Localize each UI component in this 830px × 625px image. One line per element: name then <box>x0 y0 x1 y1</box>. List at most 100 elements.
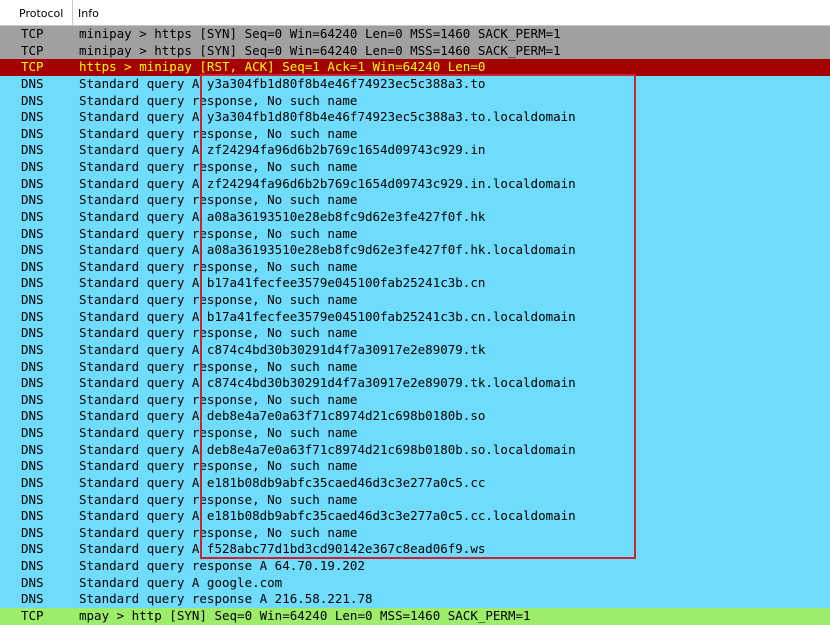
info-cell: Standard query A b17a41fecfee3579e045100… <box>79 308 576 324</box>
info-cell: Standard query response, No such name <box>79 358 358 374</box>
packet-row[interactable]: DNS Standard query response A 216.58.221.… <box>0 591 830 608</box>
packet-row[interactable]: DNS Standard query response, No such name <box>0 391 830 409</box>
protocol-cell: DNS <box>21 308 44 324</box>
packet-list: TCP minipay > https [SYN] Seq=0 Win=64240… <box>0 26 830 625</box>
protocol-cell: DNS <box>21 275 44 291</box>
packet-row[interactable]: DNS Standard query response, No such name <box>0 425 830 442</box>
info-cell: Standard query A deb8e4a7e0a63f71c8974d2… <box>79 408 486 424</box>
protocol-cell: DNS <box>21 408 44 424</box>
info-cell: mpay > http [SYN] Seq=0 Win=64240 Len=0 … <box>79 607 531 623</box>
info-cell: Standard query response, No such name <box>79 425 358 440</box>
protocol-cell: DNS <box>21 208 44 224</box>
info-cell: Standard query A y3a304fb1d80f8b4e46f749… <box>79 75 486 91</box>
info-cell: Standard query response, No such name <box>79 524 358 540</box>
info-cell: Standard query A y3a304fb1d80f8b4e46f749… <box>79 109 576 125</box>
info-cell: Standard query A c874c4bd30b30291d4f7a30… <box>79 375 576 391</box>
packet-row[interactable]: DNS Standard query response, No such name <box>0 125 830 143</box>
column-header: Protocol Info <box>0 0 830 26</box>
protocol-cell: DNS <box>21 258 44 274</box>
packet-row[interactable]: DNS Standard query response, No such name <box>0 92 830 110</box>
packet-row[interactable]: DNS Standard query response, No such name <box>0 458 830 475</box>
column-header-protocol[interactable]: Protocol <box>0 0 73 25</box>
packet-row[interactable]: DNS Standard query response A 64.70.19.20… <box>0 558 830 575</box>
protocol-cell: DNS <box>21 225 44 241</box>
protocol-cell: DNS <box>21 541 44 557</box>
packet-row[interactable]: DNS Standard query response, No such name <box>0 225 830 243</box>
protocol-cell: DNS <box>21 474 44 490</box>
info-cell: Standard query A zf24294fa96d6b2b769c165… <box>79 175 576 191</box>
protocol-cell: DNS <box>21 192 44 208</box>
info-cell: Standard query A e181b08db9abfc35caed46d… <box>79 474 486 490</box>
protocol-cell: TCP <box>21 26 44 41</box>
packet-row[interactable]: TCP minipay > https [SYN] Seq=0 Win=64240… <box>0 26 830 43</box>
info-cell: Standard query A a08a36193510e28eb8fc9d6… <box>79 208 486 224</box>
packet-row[interactable]: DNS Standard query A a08a36193510e28eb8fc… <box>0 208 830 226</box>
protocol-cell: DNS <box>21 558 44 573</box>
protocol-cell: DNS <box>21 175 44 191</box>
packet-row[interactable]: DNS Standard query A y3a304fb1d80f8b4e46f… <box>0 75 830 93</box>
info-cell: Standard query A a08a36193510e28eb8fc9d6… <box>79 242 576 258</box>
packet-row[interactable]: DNS Standard query A f528abc77d1bd3cd9014… <box>0 541 830 558</box>
protocol-cell: DNS <box>21 92 44 108</box>
packet-row[interactable]: DNS Standard query A e181b08db9abfc35caed… <box>0 474 830 492</box>
protocol-cell: DNS <box>21 524 44 540</box>
packet-row[interactable]: DNS Standard query A e181b08db9abfc35caed… <box>0 508 830 525</box>
protocol-cell: DNS <box>21 391 44 407</box>
protocol-cell: DNS <box>21 159 44 174</box>
info-cell: Standard query response, No such name <box>79 125 358 141</box>
protocol-cell: DNS <box>21 491 44 507</box>
protocol-cell: DNS <box>21 341 44 357</box>
protocol-cell: DNS <box>21 591 44 607</box>
packet-row[interactable]: DNS Standard query response, No such name <box>0 524 830 542</box>
packet-row[interactable]: DNS Standard query A b17a41fecfee3579e045… <box>0 275 830 292</box>
protocol-cell: DNS <box>21 458 44 474</box>
info-cell: Standard query response, No such name <box>79 225 358 241</box>
info-cell: Standard query response, No such name <box>79 325 358 341</box>
column-header-info[interactable]: Info <box>73 0 830 25</box>
info-cell: Standard query A google.com <box>79 574 283 590</box>
packet-row[interactable]: TCP minipay > https [SYN] Seq=0 Win=64240… <box>0 42 830 60</box>
info-cell: Standard query response, No such name <box>79 391 358 407</box>
packet-row[interactable]: DNS Standard query response, No such name <box>0 292 830 309</box>
info-cell: Standard query response, No such name <box>79 92 358 108</box>
packet-row[interactable]: DNS Standard query A y3a304fb1d80f8b4e46f… <box>0 109 830 126</box>
packet-row[interactable]: TCP mpay > http [SYN] Seq=0 Win=64240 Len… <box>0 607 830 625</box>
info-cell: minipay > https [SYN] Seq=0 Win=64240 Le… <box>79 42 561 58</box>
info-cell: Standard query response, No such name <box>79 192 358 208</box>
info-cell: https > minipay [RST, ACK] Seq=1 Ack=1 W… <box>79 59 486 75</box>
info-cell: minipay > https [SYN] Seq=0 Win=64240 Le… <box>79 26 561 41</box>
protocol-cell: DNS <box>21 142 44 158</box>
protocol-cell: DNS <box>21 325 44 341</box>
packet-row[interactable]: DNS Standard query A c874c4bd30b30291d4f7… <box>0 341 830 359</box>
packet-row[interactable]: DNS Standard query response, No such name <box>0 159 830 176</box>
info-cell: Standard query response, No such name <box>79 159 358 174</box>
packet-row[interactable]: DNS Standard query A c874c4bd30b30291d4f7… <box>0 375 830 392</box>
packet-row[interactable]: DNS Standard query response, No such name <box>0 358 830 376</box>
packet-row[interactable]: DNS Standard query response, No such name <box>0 192 830 209</box>
protocol-cell: DNS <box>21 375 44 391</box>
protocol-cell: DNS <box>21 441 44 457</box>
packet-row[interactable]: DNS Standard query A deb8e4a7e0a63f71c897… <box>0 441 830 459</box>
packet-row[interactable]: DNS Standard query A zf24294fa96d6b2b769c… <box>0 175 830 193</box>
protocol-cell: DNS <box>21 242 44 258</box>
packet-row[interactable]: DNS Standard query response, No such name <box>0 325 830 342</box>
protocol-cell: DNS <box>21 75 44 91</box>
packet-row[interactable]: DNS Standard query response, No such name <box>0 491 830 509</box>
protocol-cell: TCP <box>21 59 44 75</box>
protocol-cell: DNS <box>21 574 44 590</box>
packet-row[interactable]: DNS Standard query A a08a36193510e28eb8fc… <box>0 242 830 259</box>
info-cell: Standard query A zf24294fa96d6b2b769c165… <box>79 142 486 158</box>
protocol-cell: DNS <box>21 425 44 440</box>
packet-row[interactable]: DNS Standard query A zf24294fa96d6b2b769c… <box>0 142 830 159</box>
packet-row[interactable]: DNS Standard query A deb8e4a7e0a63f71c897… <box>0 408 830 425</box>
packet-row[interactable]: TCP https > minipay [RST, ACK] Seq=1 Ack=… <box>0 59 830 76</box>
info-cell: Standard query response A 216.58.221.78 <box>79 591 373 607</box>
info-cell: Standard query A b17a41fecfee3579e045100… <box>79 275 486 291</box>
info-cell: Standard query response A 64.70.19.202 <box>79 558 365 573</box>
info-cell: Standard query response, No such name <box>79 292 358 307</box>
info-cell: Standard query response, No such name <box>79 458 358 474</box>
protocol-cell: DNS <box>21 292 44 307</box>
packet-row[interactable]: DNS Standard query response, No such name <box>0 258 830 276</box>
packet-row[interactable]: DNS Standard query A google.com <box>0 574 830 592</box>
packet-row[interactable]: DNS Standard query A b17a41fecfee3579e045… <box>0 308 830 326</box>
